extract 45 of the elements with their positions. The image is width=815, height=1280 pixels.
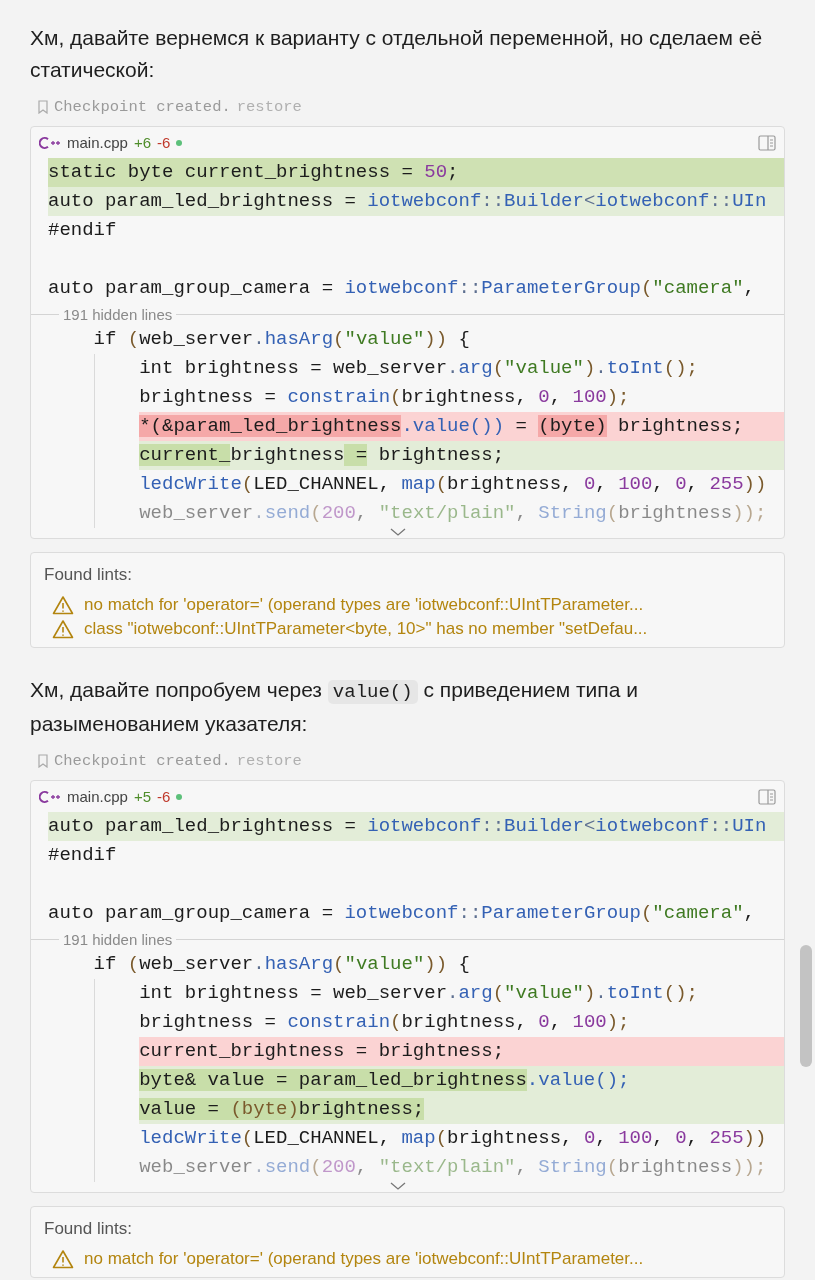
warning-icon (52, 619, 74, 639)
code-line: if (web_server.hasArg("value")) { (93, 327, 471, 352)
bookmark-icon (38, 100, 48, 114)
added-count: +6 (133, 134, 151, 151)
restore-link[interactable]: restore (236, 98, 302, 116)
removed-count: -6 (157, 788, 171, 805)
message-text: Хм, давайте вернемся к варианту с отдельной переменной, но сделаем её статической: (30, 25, 764, 83)
warning-icon (52, 1249, 74, 1269)
code-line: brightness = constrain(brightness, 0, 100); (139, 1010, 631, 1035)
code-line: ledcWrite(LED_CHANNEL, map(brightness, 0, 100, 0, 255)) (139, 1126, 768, 1151)
file-name[interactable]: main.cpp (67, 134, 128, 151)
removed-count: -6 (157, 134, 171, 151)
hidden-lines-label[interactable]: 191 hidden lines (59, 930, 177, 948)
lint-message[interactable]: no match for 'operator=' (operand types are 'iotwebconf::UIntTParameter... (84, 1249, 644, 1269)
scrollbar-thumb[interactable] (800, 945, 812, 1067)
cpp-file-icon (39, 789, 61, 804)
panel-icon[interactable] (758, 788, 776, 805)
code-line: #endif (48, 218, 118, 243)
hidden-lines-label[interactable]: 191 hidden lines (59, 305, 177, 323)
lints-title: Found lints: (44, 565, 133, 585)
checkpoint-label: Checkpoint created. (54, 752, 231, 770)
code-line: web_server.send(200, "text/plain", String(brightness)); (139, 501, 767, 526)
lints-title: Found lints: (44, 1219, 133, 1239)
lint-message[interactable]: no match for 'operator=' (operand types are 'iotwebconf::UIntTParameter... (84, 595, 644, 615)
code-line: auto param_group_camera = iotwebconf::ParameterGroup("camera", (48, 276, 756, 301)
message-text: Хм, давайте попробуем через value() с приведением типа и разыменованием указателя: (30, 677, 639, 737)
file-name[interactable]: main.cpp (67, 788, 128, 805)
code-line: #endif (48, 843, 118, 868)
checkpoint-label: Checkpoint created. (54, 98, 231, 116)
bookmark-icon (38, 754, 48, 768)
chevron-down-icon[interactable] (389, 1182, 406, 1191)
code-line: int brightness = web_server.arg("value").toInt(); (139, 356, 699, 381)
restore-link[interactable]: restore (236, 752, 302, 770)
warning-icon (52, 595, 74, 615)
code-line: auto param_group_camera = iotwebconf::ParameterGroup("camera", (48, 901, 756, 926)
code-line: web_server.send(200, "text/plain", String(brightness)); (139, 1155, 767, 1180)
code-line: ledcWrite(LED_CHANNEL, map(brightness, 0, 100, 0, 255)) (139, 472, 768, 497)
lint-message[interactable]: class "iotwebconf::UIntTParameter<byte, 10>" has no member "setDefau... (84, 619, 648, 639)
panel-icon[interactable] (758, 134, 776, 151)
chevron-down-icon[interactable] (389, 528, 406, 537)
code-line: int brightness = web_server.arg("value").toInt(); (139, 981, 699, 1006)
code-line: brightness = constrain(brightness, 0, 100); (139, 385, 631, 410)
cpp-file-icon (39, 135, 61, 150)
code-line: if (web_server.hasArg("value")) { (93, 952, 471, 977)
added-count: +5 (133, 788, 151, 805)
